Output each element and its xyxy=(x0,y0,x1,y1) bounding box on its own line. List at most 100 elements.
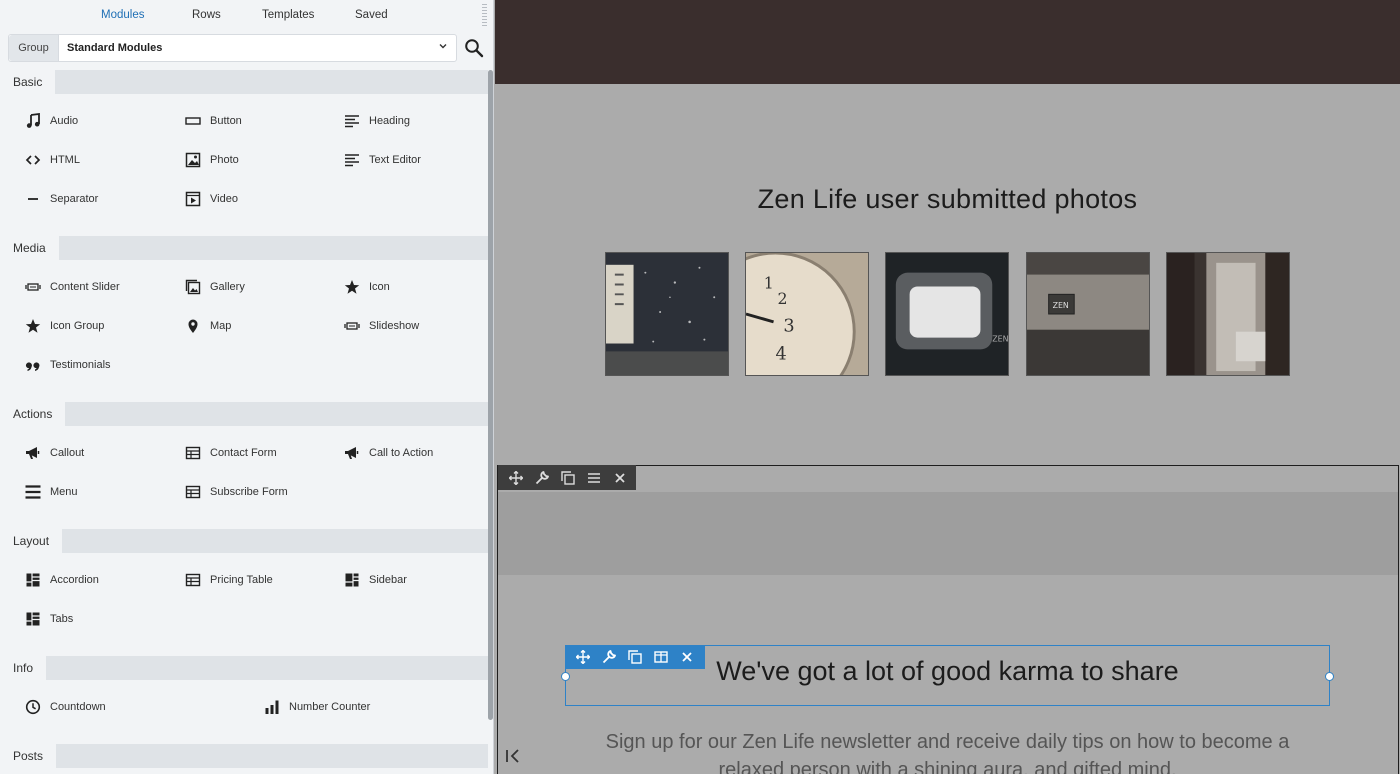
duplicate-icon[interactable] xyxy=(627,649,643,665)
module-number-counter[interactable]: Number Counter xyxy=(264,697,370,717)
gallery-photo-5[interactable] xyxy=(1166,252,1290,376)
gallery-photo-1[interactable] xyxy=(605,252,729,376)
panel-drag-handle[interactable] xyxy=(482,4,487,26)
newsletter-text[interactable]: Sign up for our Zen Life newsletter and … xyxy=(585,728,1310,774)
megaphone-icon xyxy=(25,445,41,461)
module-heading[interactable]: Heading xyxy=(344,111,410,131)
module-testimonials[interactable]: Testimonials xyxy=(25,355,111,375)
move-icon[interactable] xyxy=(508,470,524,486)
module-call-to-action[interactable]: Call to Action xyxy=(344,443,433,463)
module-content-slider[interactable]: Content Slider xyxy=(25,277,120,297)
module-contact-form[interactable]: Contact Form xyxy=(185,443,277,463)
close-icon[interactable] xyxy=(679,649,695,665)
module-icon[interactable]: Icon xyxy=(344,277,390,297)
module-html[interactable]: HTML xyxy=(25,150,80,170)
button-icon xyxy=(185,113,201,129)
heading-icon xyxy=(344,113,360,129)
group-select[interactable]: Group Standard Modules xyxy=(8,34,457,62)
gallery-photo-4[interactable]: ZEN xyxy=(1026,252,1150,376)
module-separator[interactable]: Separator xyxy=(25,189,98,209)
module-label: Pricing Table xyxy=(210,574,273,586)
module-icon-group[interactable]: Icon Group xyxy=(25,316,104,336)
module-label: Number Counter xyxy=(289,701,371,713)
module-text-editor[interactable]: Text Editor xyxy=(344,150,421,170)
tab-modules[interactable]: Modules xyxy=(101,9,144,21)
module-subscribe-form[interactable]: Subscribe Form xyxy=(185,482,288,502)
module-label: Icon xyxy=(369,281,390,293)
module-tabs[interactable]: Tabs xyxy=(25,609,73,629)
close-icon[interactable] xyxy=(612,470,628,486)
tab-templates[interactable]: Templates xyxy=(262,9,314,21)
module-label: Subscribe Form xyxy=(210,486,288,498)
photos-heading[interactable]: Zen Life user submitted photos xyxy=(495,184,1400,215)
module-menu[interactable]: Menu xyxy=(25,482,78,502)
module-label: Content Slider xyxy=(50,281,120,293)
columns-icon[interactable] xyxy=(653,649,669,665)
tab-rows[interactable]: Rows xyxy=(192,9,221,21)
module-label: Text Editor xyxy=(369,154,421,166)
photo-label-zen: ZEN xyxy=(992,335,1008,344)
quote-icon xyxy=(25,357,41,373)
section-actions: Actions xyxy=(0,402,488,426)
slider-icon xyxy=(25,279,41,295)
bar-chart-icon xyxy=(264,699,280,715)
duplicate-icon[interactable] xyxy=(560,470,576,486)
module-label: Call to Action xyxy=(369,447,434,459)
module-label: Button xyxy=(210,115,242,127)
module-label: HTML xyxy=(50,154,80,166)
section-posts: Posts xyxy=(0,744,488,768)
map-pin-icon xyxy=(185,318,201,334)
module-button[interactable]: Button xyxy=(185,111,242,131)
row-toolbar xyxy=(498,465,636,490)
module-label: Sidebar xyxy=(369,574,407,586)
section-title: Basic xyxy=(0,70,56,94)
module-label: Icon Group xyxy=(50,320,105,332)
module-audio[interactable]: Audio xyxy=(25,111,78,131)
module-slideshow[interactable]: Slideshow xyxy=(344,316,419,336)
module-countdown[interactable]: Countdown xyxy=(25,697,106,717)
page-canvas: Zen Life user submitted photos 1 2 3 4 Z… xyxy=(495,0,1400,774)
hamburger-icon[interactable] xyxy=(586,470,602,486)
section-title: Actions xyxy=(0,402,66,426)
clock-icon xyxy=(25,699,41,715)
menu-icon xyxy=(25,484,41,500)
module-label: Countdown xyxy=(50,701,106,713)
section-media: Media xyxy=(0,236,488,260)
module-pricing-table[interactable]: Pricing Table xyxy=(185,570,273,590)
module-photo[interactable]: Photo xyxy=(185,150,239,170)
section-basic: Basic xyxy=(0,70,488,94)
wrench-icon[interactable] xyxy=(534,470,550,486)
module-list: Basic Audio Button Heading HTML Photo Te… xyxy=(0,70,488,774)
music-note-icon xyxy=(25,113,41,129)
module-label: Accordion xyxy=(50,574,99,586)
gallery-photo-2[interactable]: 1 2 3 4 xyxy=(745,252,869,376)
module-label: Heading xyxy=(369,115,410,127)
code-icon xyxy=(25,152,41,168)
hero-banner xyxy=(495,0,1400,84)
panel-scrollbar[interactable] xyxy=(488,70,493,720)
tab-saved[interactable]: Saved xyxy=(355,9,388,21)
section-title: Media xyxy=(0,236,59,260)
module-callout[interactable]: Callout xyxy=(25,443,84,463)
star-icon xyxy=(25,318,41,334)
module-sidebar[interactable]: Sidebar xyxy=(344,570,407,590)
wrench-icon[interactable] xyxy=(601,649,617,665)
collapse-panel-icon[interactable] xyxy=(505,748,521,764)
module-label: Callout xyxy=(50,447,85,459)
text-editor-icon xyxy=(344,152,360,168)
module-map[interactable]: Map xyxy=(185,316,231,336)
form-table-icon xyxy=(185,484,201,500)
move-icon[interactable] xyxy=(575,649,591,665)
chevron-down-icon xyxy=(439,44,447,49)
module-label: Gallery xyxy=(210,281,245,293)
search-icon[interactable] xyxy=(464,38,484,58)
module-label: Slideshow xyxy=(369,320,420,332)
module-label: Tabs xyxy=(50,613,74,625)
gallery-photo-3[interactable]: ZEN xyxy=(885,252,1009,376)
svg-text:3: 3 xyxy=(783,317,794,337)
module-video[interactable]: Video xyxy=(185,189,238,209)
module-gallery[interactable]: Gallery xyxy=(185,277,245,297)
star-icon xyxy=(344,279,360,295)
module-accordion[interactable]: Accordion xyxy=(25,570,99,590)
section-title: Info xyxy=(0,656,47,680)
